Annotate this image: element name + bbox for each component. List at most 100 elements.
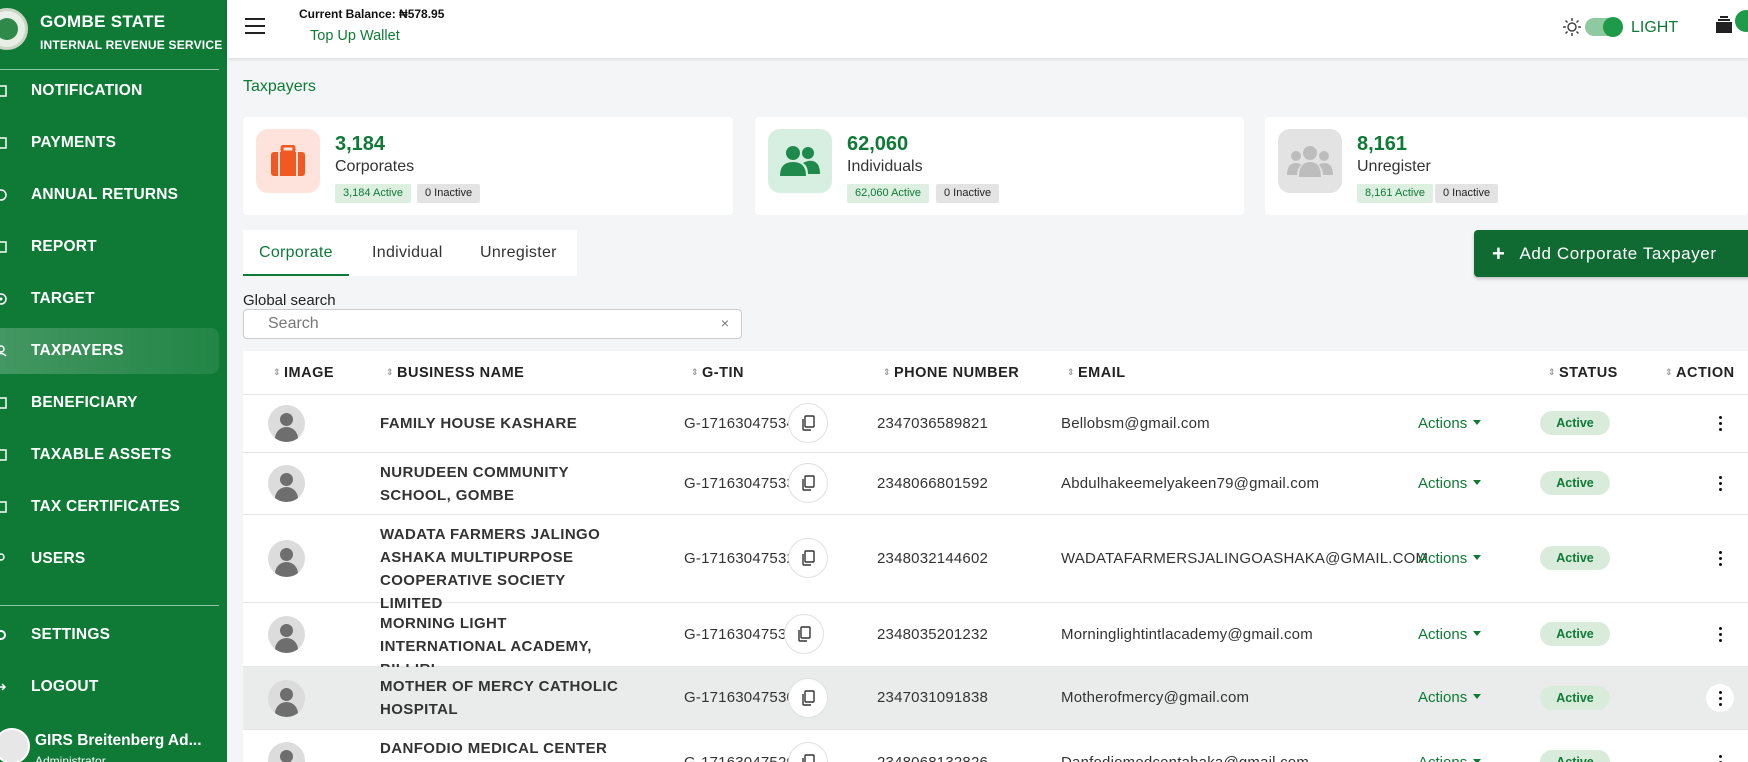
phone-number: 2348066801592 [877,475,989,492]
actions-dropdown[interactable]: Actions [1418,754,1482,762]
sidebar-item-label: PAYMENTS [31,134,117,151]
gtin: G-17163047531 [684,626,796,643]
target-icon [0,292,8,306]
table-header: ⇕ IMAGE ⇕ BUSINESS NAME ⇕ G-TIN ⇕ PHONE NUMB… [243,351,1748,395]
receipt-icon [0,136,8,150]
header-gtin[interactable]: ⇕ G-TIN [691,365,744,381]
sidebar-item-report[interactable]: REPORT [0,224,219,270]
sort-icon: ⇕ [386,367,395,377]
actions-dropdown[interactable]: Actions [1418,415,1482,432]
status-badge: Active [1540,750,1610,762]
more-options-icon[interactable] [1708,622,1732,646]
avatar [268,405,305,442]
sidebar-item-label: TARGET [31,290,95,307]
gear-icon [0,628,8,642]
table-row[interactable]: DANFODIO MEDICAL CENTER G-17163047529 23… [243,730,1748,762]
table-row[interactable]: MOTHER OF MERCY CATHOLIC HOSPITAL G-1716… [243,667,1748,730]
user-profile[interactable]: GIRS Breitenberg Ad... Administrator [0,722,227,762]
notification-badge[interactable] [1735,10,1748,32]
header-action[interactable]: ⇕ ACTION [1665,365,1735,381]
sidebar-item-notification[interactable]: NOTIFICATION [0,68,219,114]
gtin: G-17163047533 [684,475,796,492]
add-corporate-taxpayer-button[interactable]: + Add Corporate Taxpayer [1474,230,1748,277]
table-row[interactable]: FAMILY HOUSE KASHARE G-17163047534 23470… [243,395,1748,453]
sidebar-item-payments[interactable]: PAYMENTS [0,120,219,166]
business-name: MOTHER OF MERCY CATHOLIC HOSPITAL [380,678,619,718]
avatar [268,742,305,762]
actions-dropdown[interactable]: Actions [1418,550,1482,567]
tab-unregister[interactable]: Unregister [464,230,573,276]
sidebar-item-label: REPORT [31,238,97,255]
add-button-label: Add Corporate Taxpayer [1519,243,1717,263]
actions-dropdown[interactable]: Actions [1418,475,1482,492]
more-options-icon[interactable] [1706,684,1734,712]
email: Abdulhakeemelyakeen79@gmail.com [1061,475,1320,492]
avatar [268,680,305,717]
theme-toggle[interactable] [1585,17,1623,37]
report-icon [0,240,8,254]
avatar [268,540,305,577]
business-name: WADATA FARMERS JALINGO ASHAKA MULTIPURPO… [380,526,601,612]
sidebar-item-tax-certificates[interactable]: TAX CERTIFICATES [0,484,219,530]
actions-dropdown[interactable]: Actions [1418,689,1482,706]
sort-icon: ⇕ [273,367,282,377]
copy-icon[interactable] [788,538,828,578]
card-label: Corporates [335,158,415,175]
taxpayers-table: ⇕ IMAGE ⇕ BUSINESS NAME ⇕ G-TIN ⇕ PHONE NUMB… [243,351,1748,762]
header-status[interactable]: ⇕ STATUS [1548,365,1618,381]
copy-icon[interactable] [788,463,828,503]
assets-icon [0,448,8,462]
sidebar-item-annual-returns[interactable]: ANNUAL RETURNS [0,172,219,218]
clear-search-icon[interactable]: × [721,315,729,331]
breadcrumb[interactable]: Taxpayers [243,78,316,96]
email: Bellobsm@gmail.com [1061,415,1210,432]
theme-label: LIGHT [1631,19,1679,36]
sidebar-item-taxpayers[interactable]: TAXPAYERS [0,328,219,374]
unregister-card: 8,161 Unregister 8,161 Active 0 Inactive [1265,117,1748,215]
sidebar-item-label: TAXPAYERS [31,342,124,359]
menu-icon[interactable] [245,18,265,34]
more-options-icon[interactable] [1708,411,1732,435]
sun-icon [1563,18,1581,36]
more-options-icon[interactable] [1708,471,1732,495]
actions-dropdown[interactable]: Actions [1418,626,1482,643]
gtin: G-17163047532 [684,550,796,567]
taxpayers-icon [0,344,8,358]
caret-down-icon [1473,480,1482,485]
header-phone-number[interactable]: ⇕ PHONE NUMBER [883,365,1019,381]
top-up-wallet-link[interactable]: Top Up Wallet [310,28,400,44]
copy-icon[interactable] [788,742,828,762]
corporates-card: 3,184 Corporates 3,184 Active 0 Inactive [243,117,733,215]
copy-icon[interactable] [788,678,828,718]
sidebar-item-logout[interactable]: LOGOUT [0,664,219,710]
users-icon [0,552,8,566]
header-email[interactable]: ⇕ EMAIL [1067,365,1126,381]
more-options-icon[interactable] [1708,546,1732,570]
tab-individual[interactable]: Individual [356,230,459,276]
table-row[interactable]: NURUDEEN COMMUNITY SCHOOL, GOMBE G-17163… [243,453,1748,515]
sidebar-item-settings[interactable]: SETTINGS [0,612,219,658]
brand-title: GOMBE STATE [40,12,166,31]
header-business-name[interactable]: ⇕ BUSINESS NAME [386,365,524,381]
more-options-icon[interactable] [1708,750,1732,762]
header-image[interactable]: ⇕ IMAGE [273,365,334,381]
sort-icon: ⇕ [1067,367,1076,377]
search-input[interactable] [268,314,688,334]
wallet-icon[interactable] [1714,16,1736,36]
business-name: NURUDEEN COMMUNITY SCHOOL, GOMBE [380,464,569,504]
table-row[interactable]: WADATA FARMERS JALINGO ASHAKA MULTIPURPO… [243,515,1748,612]
sidebar-item-label: USERS [31,550,86,567]
copy-icon[interactable] [784,614,824,654]
sidebar-item-label: TAXABLE ASSETS [31,446,172,463]
status-badge: Active [1540,411,1610,435]
sidebar-item-users[interactable]: USERS [0,536,219,582]
tab-corporate[interactable]: Corporate [243,230,349,276]
email: Danfodiomedcentahaka@gmail.com [1061,754,1309,762]
sidebar-item-label: NOTIFICATION [31,82,143,99]
phone-number: 2347036589821 [877,415,989,432]
sidebar-item-taxable-assets[interactable]: TAXABLE ASSETS [0,432,219,478]
copy-icon[interactable] [788,403,828,443]
sidebar-item-target[interactable]: TARGET [0,276,219,322]
sidebar-item-beneficiary[interactable]: BENEFICIARY [0,380,219,426]
table-row[interactable]: MORNING LIGHT INTERNATIONAL ACADEMY, BIL… [243,603,1748,678]
